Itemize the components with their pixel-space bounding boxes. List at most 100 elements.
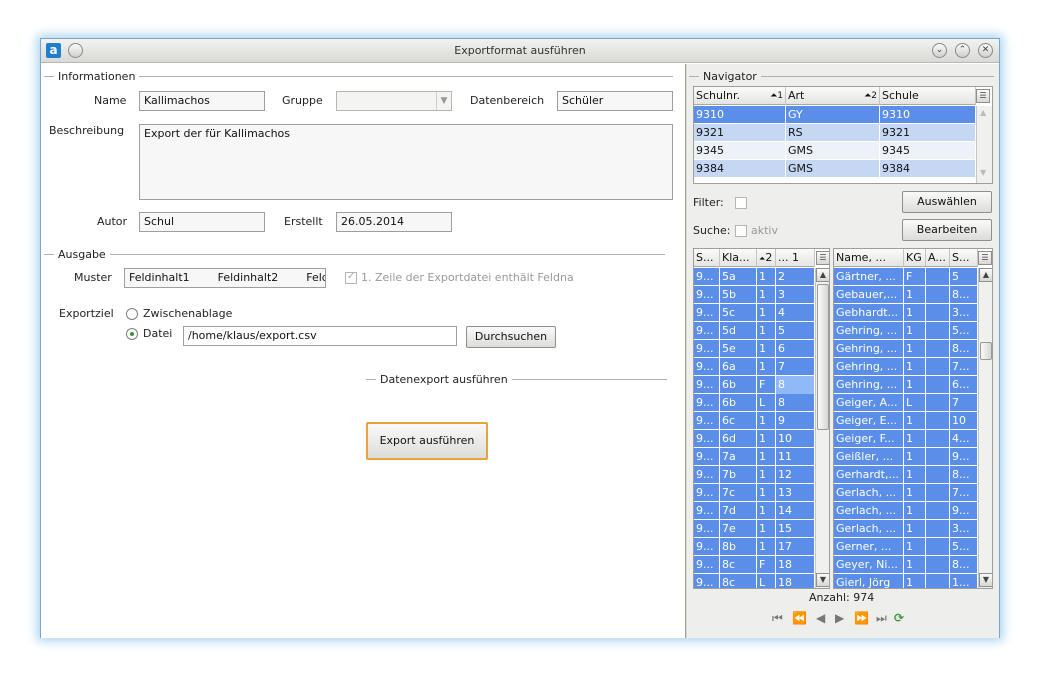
scroll-up-icon[interactable]: ▲	[816, 268, 829, 282]
col-schule-short[interactable]: S...	[694, 249, 720, 267]
scroll-up-icon[interactable]: ▲	[980, 108, 986, 117]
chevron-down-icon[interactable]: ▼	[436, 92, 451, 110]
col-sort-1[interactable]: ... 1	[776, 249, 815, 267]
col-klasse[interactable]: Kla...	[720, 249, 757, 267]
students-row[interactable]: Geißler, ... 1 9...	[834, 448, 978, 466]
next-record-icon[interactable]: ▶	[835, 611, 844, 625]
bearbeiten-button[interactable]: Bearbeiten	[902, 219, 992, 241]
datei-radio[interactable]	[126, 328, 138, 340]
classes-row[interactable]: 9... 7e 1 15	[694, 520, 815, 538]
file-path-input[interactable]: /home/klaus/export.csv	[183, 326, 457, 346]
students-row[interactable]: Gehring, ... 1 5...	[834, 322, 978, 340]
classes-row[interactable]: 9... 8b 1 17	[694, 538, 815, 556]
students-row[interactable]: Gerner, ... 1 5...	[834, 538, 978, 556]
students-row[interactable]: Gerlach, ... 1 3...	[834, 520, 978, 538]
classes-row[interactable]: 9... 5b 1 3	[694, 286, 815, 304]
students-row[interactable]: Geiger, A... L 7	[834, 394, 978, 412]
classes-row[interactable]: 9... 7a 1 11	[694, 448, 815, 466]
scroll-down-icon[interactable]: ▼	[980, 168, 986, 177]
schools-row[interactable]: 9321 RS 9321	[694, 124, 976, 142]
refresh-icon[interactable]: ⟳	[894, 611, 904, 625]
classes-row[interactable]: 9... 5a 1 2	[694, 268, 815, 286]
last-record-icon[interactable]: ⏭	[876, 611, 887, 626]
col-art[interactable]: Art ⏶2	[786, 87, 880, 105]
next-page-icon[interactable]: ⏩	[854, 611, 869, 625]
previous-page-icon[interactable]: ⏪	[792, 611, 807, 625]
col-sort-2[interactable]: ⏶2	[757, 249, 776, 267]
autor-field[interactable]: Schul	[139, 212, 265, 232]
classes-row[interactable]: 9... 5c 1 4	[694, 304, 815, 322]
beschreibung-textarea[interactable]: Export der für Kallimachos	[139, 124, 673, 200]
scroll-thumb[interactable]	[817, 284, 829, 430]
students-row[interactable]: Gerhardt,... 1 8...	[834, 466, 978, 484]
col-s[interactable]: S...	[950, 249, 978, 267]
scroll-thumb[interactable]	[980, 342, 992, 360]
export-ausfuehren-button[interactable]: Export ausführen	[366, 422, 488, 460]
students-row[interactable]: Geiger, F... 1 4...	[834, 430, 978, 448]
students-row[interactable]: Gehring, ... 1 7...	[834, 358, 978, 376]
classes-row[interactable]: 9... 5e 1 6	[694, 340, 815, 358]
erstellt-field[interactable]: 26.05.2014	[336, 212, 452, 232]
previous-record-icon[interactable]: ◀	[816, 611, 825, 625]
column-chooser-icon[interactable]: ☰	[978, 251, 992, 265]
first-record-icon[interactable]: ⏮	[772, 611, 783, 626]
schools-scrollbar[interactable]: ▲ ▼	[976, 106, 992, 183]
students-row[interactable]: Gehring, ... 1 8...	[834, 340, 978, 358]
column-chooser-icon[interactable]: ☰	[816, 251, 829, 265]
zwischenablage-radio[interactable]	[126, 308, 138, 320]
classes-row[interactable]: 9... 6a 1 7	[694, 358, 815, 376]
scroll-down-icon[interactable]: ▼	[979, 573, 992, 587]
title-bar[interactable]: a Exportformat ausführen ⌄ ⌃ ✕	[41, 39, 999, 63]
browse-button[interactable]: Durchsuchen	[466, 326, 556, 348]
col-schulnr[interactable]: Schulnr. ⏶1	[694, 87, 786, 105]
classes-cell: 6b	[720, 394, 757, 412]
classes-row[interactable]: 9... 6b F 8	[694, 376, 815, 394]
minimize-icon[interactable]: ⌄	[932, 43, 947, 58]
schools-table[interactable]: Schulnr. ⏶1 Art ⏶2 Schule ☰ 9310 GY 9310 9321…	[693, 86, 993, 184]
classes-row[interactable]: 9... 6d 1 10	[694, 430, 815, 448]
col-kg[interactable]: KG	[904, 249, 926, 267]
suche-aktiv-checkbox[interactable]	[735, 225, 747, 237]
scroll-down-icon[interactable]: ▼	[816, 573, 829, 587]
col-schule[interactable]: Schule	[880, 87, 976, 105]
students-row[interactable]: Geiger, E... 1 10	[834, 412, 978, 430]
students-row[interactable]: Gebauer,... 1 8...	[834, 286, 978, 304]
students-table[interactable]: Name, ... KG A... S... ☰ Gärtner, ... F 5 G…	[833, 248, 993, 589]
column-chooser-icon[interactable]: ☰	[976, 89, 990, 103]
students-row[interactable]: Gierl, Jörg 1 1...	[834, 574, 978, 588]
students-row[interactable]: Gerlach, ... 1 7...	[834, 484, 978, 502]
header-row-checkbox[interactable]: ✓	[345, 271, 357, 284]
classes-row[interactable]: 9... 6c 1 9	[694, 412, 815, 430]
gruppe-select[interactable]: ▼	[336, 91, 452, 111]
classes-row[interactable]: 9... 7d 1 14	[694, 502, 815, 520]
classes-cell: 5	[776, 322, 815, 340]
classes-row[interactable]: 9... 6b L 8	[694, 394, 815, 412]
name-field[interactable]: Kallimachos	[139, 91, 265, 111]
classes-table[interactable]: S... Kla... ⏶2 ... 1 ☰ 9... 5a 1 2 9... 5b 1 3 9…	[693, 248, 830, 589]
classes-row[interactable]: 9... 7b 1 12	[694, 466, 815, 484]
maximize-icon[interactable]: ⌃	[955, 43, 970, 58]
close-icon[interactable]: ✕	[978, 43, 993, 58]
classes-row[interactable]: 9... 5d 1 5	[694, 322, 815, 340]
classes-row[interactable]: 9... 7c 1 13	[694, 484, 815, 502]
students-row[interactable]: Gärtner, ... F 5	[834, 268, 978, 286]
datenbereich-field[interactable]: Schüler	[557, 91, 673, 111]
classes-row[interactable]: 9... 8c F 18	[694, 556, 815, 574]
muster-field[interactable]: Feldinhalt1 Feldinhalt2 Feldinhalt3	[124, 268, 326, 288]
students-row[interactable]: Geyer, Ni... 1 8...	[834, 556, 978, 574]
students-row[interactable]: Gerlach, ... 1 9...	[834, 502, 978, 520]
auswaehlen-button[interactable]: Auswählen	[902, 191, 992, 213]
schools-row[interactable]: 9345 GMS 9345	[694, 142, 976, 160]
col-a[interactable]: A...	[926, 249, 950, 267]
students-scrollbar[interactable]: ▲ ▼	[978, 268, 992, 588]
classes-row[interactable]: 9... 8c L 18	[694, 574, 815, 588]
schools-row[interactable]: 9310 GY 9310	[694, 106, 976, 124]
classes-cell: 18	[776, 556, 815, 574]
students-row[interactable]: Gebhardt... 1 3...	[834, 304, 978, 322]
scroll-up-icon[interactable]: ▲	[979, 268, 992, 282]
students-row[interactable]: Gehring, ... 1 6...	[834, 376, 978, 394]
schools-row[interactable]: 9384 GMS 9384	[694, 160, 976, 178]
classes-scrollbar[interactable]: ▲ ▼	[815, 268, 829, 588]
col-name[interactable]: Name, ...	[834, 249, 904, 267]
filter-checkbox[interactable]	[735, 197, 747, 209]
